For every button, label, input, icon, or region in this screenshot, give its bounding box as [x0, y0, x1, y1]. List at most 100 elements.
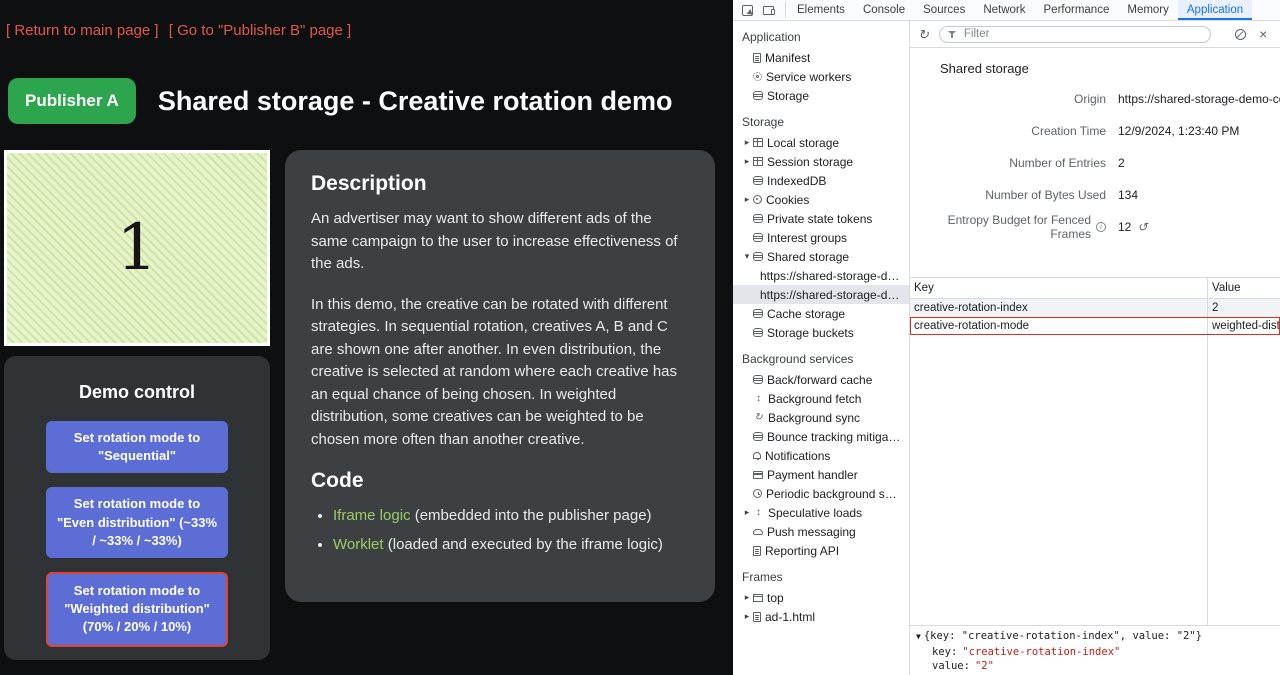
sidebar-item-background-fetch[interactable]: Background fetch: [733, 389, 909, 408]
set-rotation-even-distribution-button[interactable]: Set rotation mode to "Even distribution"…: [46, 487, 228, 558]
cookies-icon: [753, 195, 762, 204]
sidebar-item-label: Periodic background s…: [766, 487, 897, 501]
clear-all-icon[interactable]: [1235, 29, 1246, 40]
chevron-collapsed-icon[interactable]: [741, 607, 753, 626]
meta-label: Number of Bytes Used: [985, 188, 1106, 202]
table-row-creative-rotation-index[interactable]: creative-rotation-index 2: [910, 299, 1280, 317]
publisher-page: [ Return to main page ] [ Go to "Publish…: [0, 0, 733, 675]
sidebar-item-interest-groups[interactable]: Interest groups: [733, 228, 909, 247]
sidebar-section-application: Application: [733, 23, 909, 48]
meta-value: https://shared-storage-demo-co: [1118, 92, 1280, 106]
info-icon[interactable]: [1096, 222, 1106, 232]
tab-elements[interactable]: Elements: [788, 0, 854, 20]
tab-console[interactable]: Console: [854, 0, 914, 20]
delete-selected-icon[interactable]: [1259, 27, 1267, 41]
list-item-suffix: (loaded and executed by the iframe logic…: [384, 536, 663, 553]
meta-label: Number of Entries: [1009, 156, 1106, 170]
shared-storage-report: Shared storage Origin https://shared-sto…: [910, 48, 1280, 675]
sidebar-item-session-storage[interactable]: Session storage: [733, 152, 909, 171]
sidebar-item-label: Cookies: [766, 193, 809, 207]
publisher-a-badge[interactable]: Publisher A: [8, 78, 136, 124]
sidebar-item-bounce-tracking-mitigations[interactable]: Bounce tracking mitiga…: [733, 427, 909, 446]
sidebar-item-label: Push messaging: [767, 525, 856, 539]
meta-row-number-of-entries: Number of Entries 2: [910, 147, 1280, 179]
tab-memory[interactable]: Memory: [1118, 0, 1178, 20]
column-header-value[interactable]: Value: [1208, 278, 1280, 298]
sidebar-section-frames: Frames: [733, 560, 909, 588]
description-paragraph: An advertiser may want to show different…: [311, 208, 689, 276]
sidebar-item-indexeddb[interactable]: IndexedDB: [733, 171, 909, 190]
reset-budget-icon[interactable]: [1137, 220, 1147, 234]
chevron-collapsed-icon[interactable]: [741, 503, 753, 522]
storage-buckets-icon: [753, 328, 763, 337]
chevron-collapsed-icon[interactable]: [741, 190, 753, 209]
sidebar-item-frame-ad-1[interactable]: ad-1.html: [733, 607, 909, 626]
sidebar-item-frame-top[interactable]: top: [733, 588, 909, 607]
sidebar-item-label: Session storage: [767, 155, 853, 169]
meta-value: 12: [1118, 220, 1280, 234]
chevron-expanded-icon[interactable]: [741, 247, 753, 266]
filter-box[interactable]: [939, 26, 1211, 43]
sidebar-item-service-workers[interactable]: Service workers: [733, 67, 909, 86]
devtools-tab-bar: Elements Console Sources Network Perform…: [733, 0, 1280, 21]
column-header-key[interactable]: Key: [910, 278, 1208, 298]
sidebar-item-reporting-api[interactable]: Reporting API: [733, 541, 909, 560]
go-publisher-b-link[interactable]: [ Go to "Publisher B" page ]: [169, 22, 351, 39]
sidebar-item-push-messaging[interactable]: Push messaging: [733, 522, 909, 541]
tab-sources[interactable]: Sources: [914, 0, 974, 20]
meta-label: Entropy Budget for Fenced Frames: [910, 213, 1091, 241]
sidebar-item-label: Local storage: [767, 136, 839, 150]
sidebar-item-label: Interest groups: [767, 231, 847, 245]
sidebar-item-back-forward-cache[interactable]: Back/forward cache: [733, 370, 909, 389]
speculative-loads-icon: [753, 508, 764, 518]
preview-summary: {key: "creative-rotation-index", value: …: [924, 630, 1202, 642]
sidebar-item-notifications[interactable]: Notifications: [733, 446, 909, 465]
sidebar-item-label: Storage buckets: [767, 326, 854, 340]
sidebar-item-storage-buckets[interactable]: Storage buckets: [733, 323, 909, 342]
tab-network[interactable]: Network: [974, 0, 1034, 20]
sidebar-item-shared-storage-origin-1[interactable]: https://shared-storage-d…: [733, 266, 909, 285]
inspect-element-icon[interactable]: [742, 5, 753, 16]
background-fetch-icon: [753, 394, 764, 404]
sidebar-item-cache-storage[interactable]: Cache storage: [733, 304, 909, 323]
sidebar-item-label: Payment handler: [767, 468, 858, 482]
return-main-link[interactable]: [ Return to main page ]: [6, 22, 159, 39]
sidebar-item-periodic-background-sync[interactable]: Periodic background s…: [733, 484, 909, 503]
tab-application[interactable]: Application: [1178, 0, 1252, 20]
iframe-logic-link[interactable]: Iframe logic: [333, 507, 411, 524]
sidebar-item-storage[interactable]: Storage: [733, 86, 909, 105]
expand-toggle-icon[interactable]: [916, 630, 921, 645]
sidebar-item-shared-storage[interactable]: Shared storage: [733, 247, 909, 266]
table-header-row: Key Value: [910, 278, 1280, 299]
sidebar-item-speculative-loads[interactable]: Speculative loads: [733, 503, 909, 522]
devtools-body: Application Manifest Service workers Sto…: [733, 21, 1280, 675]
meta-row-origin: Origin https://shared-storage-demo-co: [910, 83, 1280, 115]
sidebar-item-label: ad-1.html: [765, 610, 815, 624]
sidebar-item-private-state-tokens[interactable]: Private state tokens: [733, 209, 909, 228]
sidebar-item-cookies[interactable]: Cookies: [733, 190, 909, 209]
filter-input[interactable]: [962, 27, 1202, 41]
set-rotation-weighted-distribution-button[interactable]: Set rotation mode to "Weighted distribut…: [46, 572, 228, 647]
preview-value-name: value:: [932, 660, 970, 672]
list-item: Iframe logic (embedded into the publishe…: [333, 505, 689, 528]
frame-icon: [753, 594, 763, 602]
notifications-icon: [753, 452, 761, 459]
set-rotation-sequential-button[interactable]: Set rotation mode to "Sequential": [46, 421, 228, 473]
sidebar-item-background-sync[interactable]: Background sync: [733, 408, 909, 427]
chevron-collapsed-icon[interactable]: [741, 588, 753, 607]
sidebar-item-local-storage[interactable]: Local storage: [733, 133, 909, 152]
sidebar-item-payment-handler[interactable]: Payment handler: [733, 465, 909, 484]
sidebar-item-shared-storage-origin-2[interactable]: https://shared-storage-d…: [733, 285, 909, 304]
refresh-icon[interactable]: [918, 28, 929, 41]
tab-performance[interactable]: Performance: [1035, 0, 1119, 20]
shared-storage-main-pane: Shared storage Origin https://shared-sto…: [910, 21, 1280, 675]
table-empty-area: [910, 335, 1280, 625]
table-row-creative-rotation-mode[interactable]: creative-rotation-mode weighted-dist: [910, 317, 1280, 335]
sidebar-item-manifest[interactable]: Manifest: [733, 48, 909, 67]
device-toolbar-icon[interactable]: [763, 6, 774, 15]
chevron-collapsed-icon[interactable]: [741, 133, 753, 152]
chevron-collapsed-icon[interactable]: [741, 152, 753, 171]
worklet-link[interactable]: Worklet: [333, 536, 384, 553]
description-panel: Description An advertiser may want to sh…: [285, 150, 715, 602]
panel-toolbar: [910, 21, 1280, 48]
